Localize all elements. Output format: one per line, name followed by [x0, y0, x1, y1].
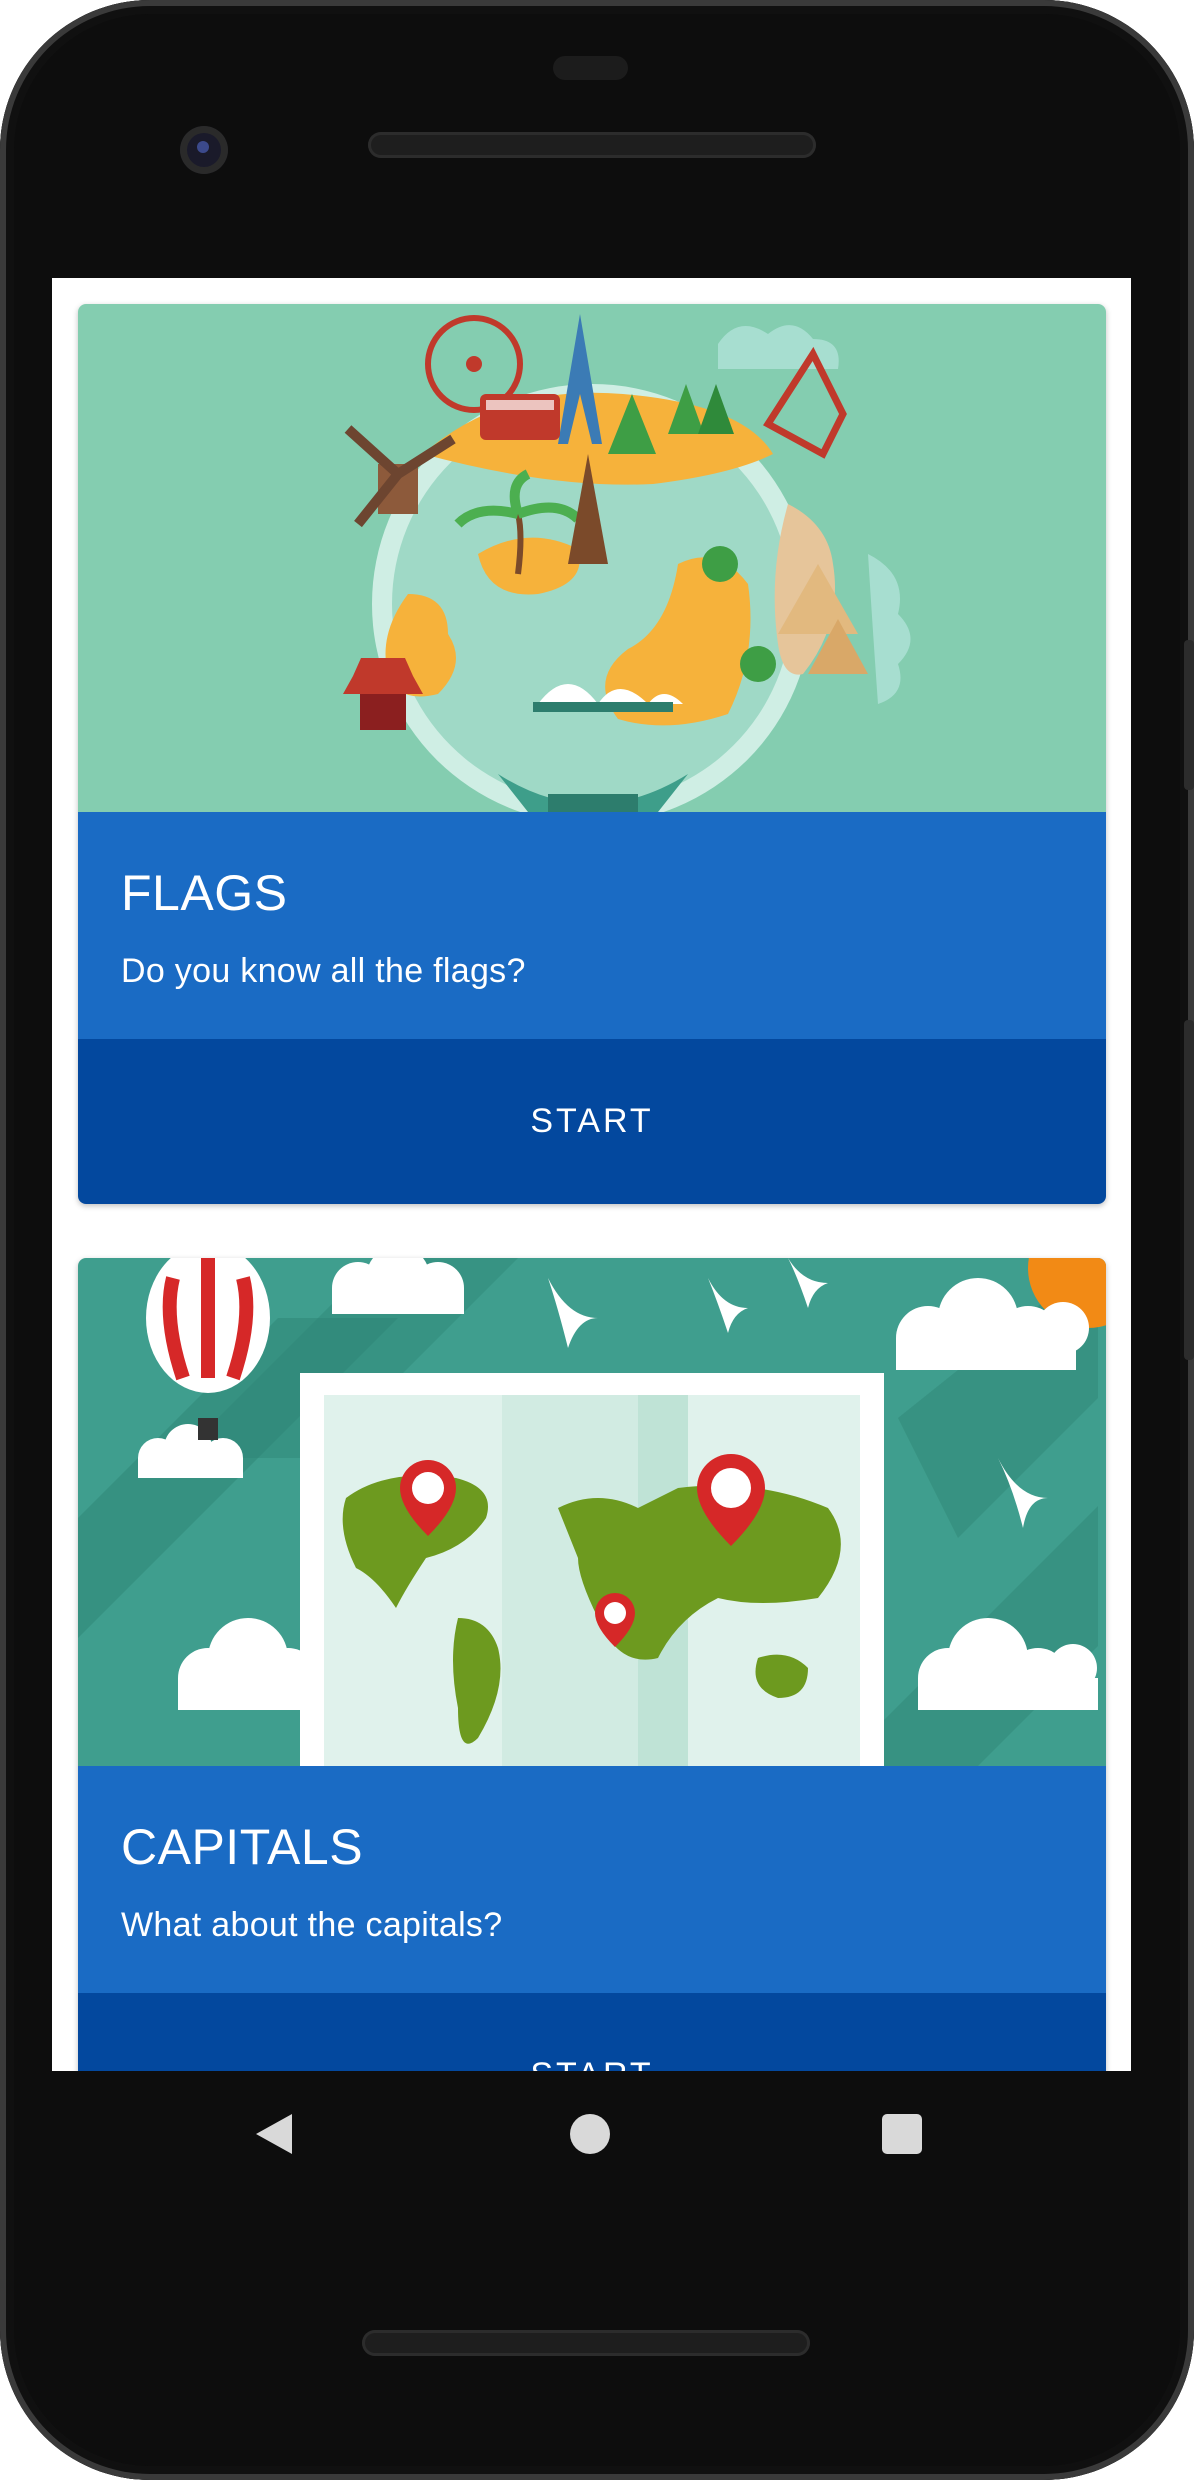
card-info-panel: CAPITALS What about the capitals?	[78, 1766, 1106, 1993]
start-capitals-button[interactable]: START	[78, 1993, 1106, 2071]
app-screen[interactable]: FLAGS Do you know all the flags? START C…	[52, 278, 1131, 2071]
front-camera	[180, 126, 228, 174]
card-title: CAPITALS	[121, 1819, 364, 1875]
phone-frame: FLAGS Do you know all the flags? START C…	[0, 0, 1194, 2480]
landmarks-globe-illustration	[78, 304, 1106, 812]
earpiece	[553, 56, 628, 80]
side-button	[1184, 640, 1194, 790]
quiz-card-capitals[interactable]: CAPITALS What about the capitals? START	[78, 1258, 1106, 2071]
card-subtitle: Do you know all the flags?	[121, 952, 526, 990]
flags-hero-image	[78, 304, 1106, 812]
recents-icon[interactable]	[882, 2114, 922, 2154]
start-flags-button[interactable]: START	[78, 1039, 1106, 1204]
bottom-speaker	[362, 2330, 810, 2356]
volume-button	[1184, 1020, 1194, 1360]
capitals-hero-image	[78, 1258, 1106, 1766]
world-map-illustration	[78, 1258, 1106, 1766]
card-title: FLAGS	[121, 865, 288, 921]
back-icon[interactable]	[252, 2110, 296, 2158]
card-info-panel: FLAGS Do you know all the flags?	[78, 812, 1106, 1039]
top-speaker	[368, 132, 816, 158]
home-icon[interactable]	[570, 2114, 610, 2154]
quiz-card-flags[interactable]: FLAGS Do you know all the flags? START	[78, 304, 1106, 1204]
card-subtitle: What about the capitals?	[121, 1906, 503, 1944]
